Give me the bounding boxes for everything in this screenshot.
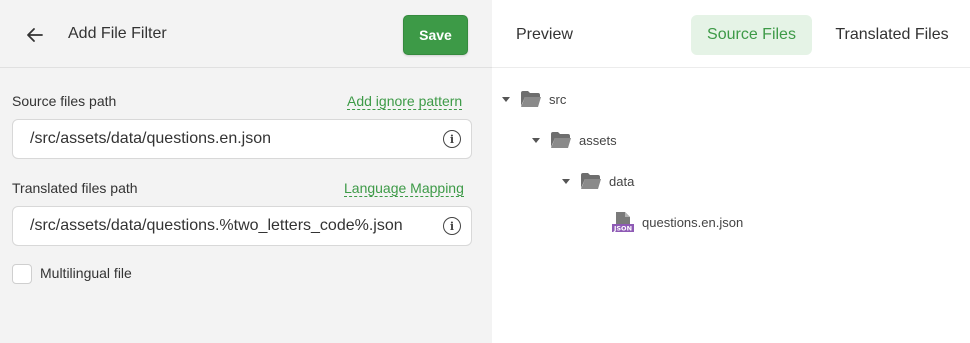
- back-button[interactable]: [22, 22, 48, 48]
- source-path-field: i: [12, 119, 472, 159]
- save-button[interactable]: Save: [403, 15, 468, 55]
- tree-folder-src[interactable]: src: [502, 88, 566, 110]
- tree-folder-data[interactable]: data: [562, 170, 634, 192]
- form-header: Add File Filter Save: [0, 0, 492, 68]
- multilingual-checkbox[interactable]: [12, 264, 32, 284]
- multilingual-label[interactable]: Multilingual file: [40, 265, 132, 281]
- language-mapping-link[interactable]: Language Mapping: [344, 180, 464, 197]
- folder-open-icon: [551, 132, 571, 148]
- caret-down-icon[interactable]: [562, 178, 570, 184]
- tree-item-label: data: [609, 173, 635, 189]
- source-path-label: Source files path: [12, 93, 117, 109]
- tree-item-label: questions.en.json: [642, 214, 744, 230]
- folder-open-icon: [521, 91, 541, 107]
- tree-file-questions[interactable]: JSON questions.en.json: [612, 211, 743, 233]
- translated-path-input[interactable]: [30, 207, 430, 245]
- tree-item-label: src: [549, 91, 567, 107]
- tab-source-files[interactable]: Source Files: [691, 15, 812, 55]
- info-icon[interactable]: i: [443, 217, 461, 235]
- preview-title: Preview: [516, 26, 573, 43]
- tree-item-label: assets: [579, 132, 617, 148]
- translated-path-field: i: [12, 206, 472, 246]
- preview-header: Preview Source Files Translated Files: [492, 0, 970, 68]
- json-file-icon: JSON: [612, 212, 634, 233]
- page-title: Add File Filter: [68, 25, 167, 42]
- json-badge-text: JSON: [613, 225, 632, 233]
- add-ignore-pattern-link[interactable]: Add ignore pattern: [347, 93, 463, 110]
- filter-form-panel: Add File Filter Save Source files path A…: [0, 0, 492, 343]
- caret-down-icon[interactable]: [502, 96, 510, 102]
- tab-translated-files[interactable]: Translated Files: [822, 15, 962, 55]
- arrow-left-icon: [27, 28, 43, 42]
- translated-path-label: Translated files path: [12, 180, 138, 196]
- info-icon[interactable]: i: [443, 130, 461, 148]
- preview-panel: Preview Source Files Translated Files sr…: [492, 0, 970, 343]
- tree-folder-assets[interactable]: assets: [532, 129, 617, 151]
- caret-down-icon[interactable]: [532, 137, 540, 143]
- folder-open-icon: [581, 173, 601, 189]
- source-path-input[interactable]: [30, 120, 430, 158]
